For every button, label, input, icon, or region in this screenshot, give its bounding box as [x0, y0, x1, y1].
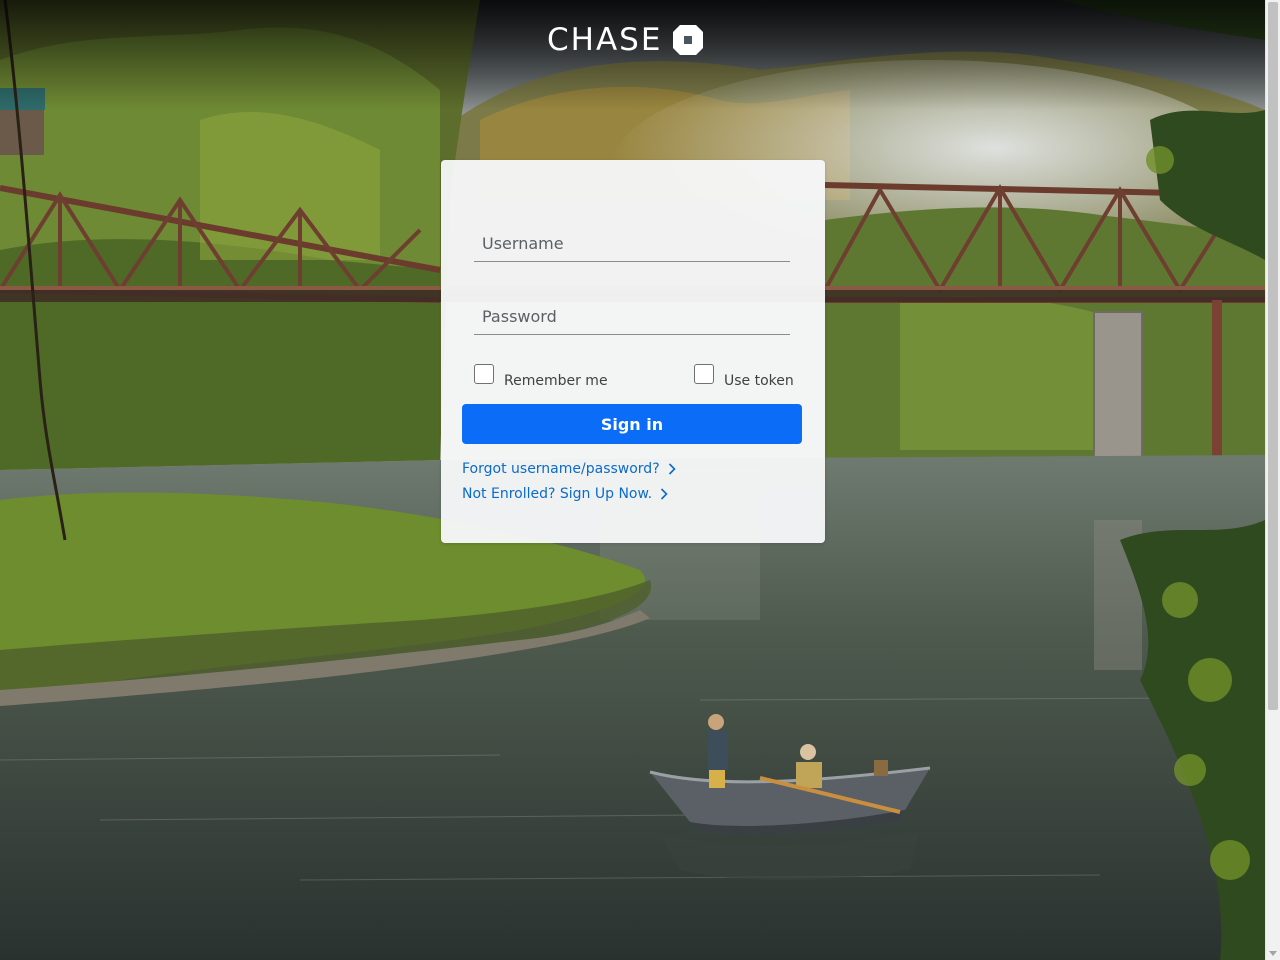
- remember-me-label: Remember me: [504, 373, 608, 389]
- chase-logo[interactable]: CHASE: [547, 22, 704, 58]
- use-token-checkbox[interactable]: Use token: [694, 364, 794, 388]
- password-field-wrapper: [474, 298, 790, 335]
- sign-in-button[interactable]: Sign in: [462, 404, 802, 444]
- enroll-label: Not Enrolled? Sign Up Now.: [462, 486, 653, 502]
- remember-me-checkbox[interactable]: Remember me: [474, 364, 608, 388]
- use-token-label: Use token: [724, 373, 794, 389]
- forgot-credentials-link[interactable]: Forgot username/password?: [462, 461, 676, 477]
- chase-octagon-icon: [673, 25, 704, 55]
- scrollbar-thumb[interactable]: [1268, 2, 1278, 710]
- chevron-right-icon: [661, 488, 668, 500]
- remember-me-box[interactable]: [474, 364, 494, 384]
- username-input[interactable]: [474, 225, 790, 261]
- enroll-link[interactable]: Not Enrolled? Sign Up Now.: [462, 486, 668, 502]
- password-input[interactable]: [474, 298, 790, 334]
- vertical-scrollbar[interactable]: [1265, 0, 1280, 960]
- login-card: Remember me Use token Sign in Forgot use…: [441, 160, 825, 543]
- use-token-box[interactable]: [694, 364, 714, 384]
- username-field-wrapper: [474, 225, 790, 262]
- scroll-down-arrow-icon[interactable]: [1269, 951, 1277, 956]
- brand-wordmark: CHASE: [547, 22, 663, 58]
- chevron-right-icon: [668, 463, 676, 475]
- forgot-credentials-label: Forgot username/password?: [462, 461, 660, 477]
